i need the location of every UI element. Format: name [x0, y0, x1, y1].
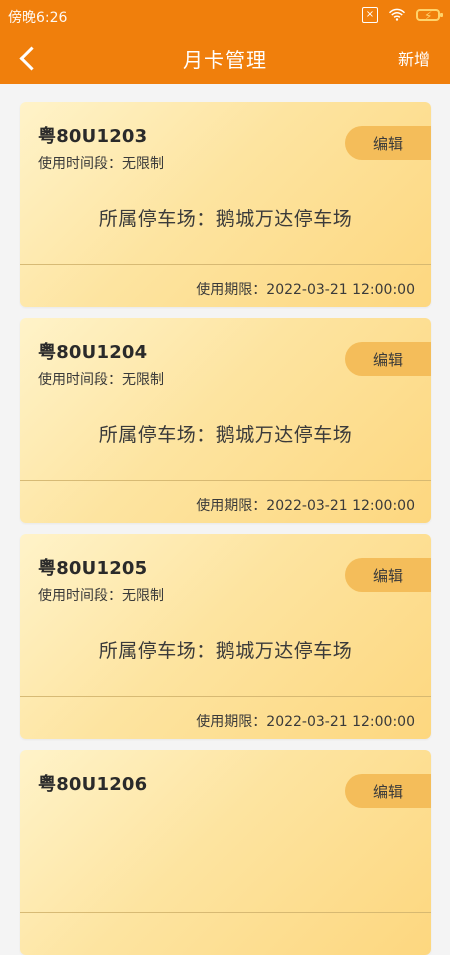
navigation-bar: 月卡管理 新增 — [0, 32, 450, 84]
battery-charging-icon: ⚡ — [416, 9, 443, 23]
status-time: 傍晚6:26 — [8, 10, 68, 26]
usage-period: 使用时间段：无限制 — [38, 156, 164, 172]
expiry-date: 使用期限：2022-03-21 12:00:00 — [196, 498, 415, 514]
edit-button[interactable]: 编辑 — [345, 342, 431, 376]
usage-period: 使用时间段：无限制 — [38, 372, 164, 388]
bolt-icon: ⚡ — [424, 9, 433, 23]
parking-lot: 所属停车场：鹅城万达停车场 — [98, 208, 353, 230]
parking-lot: 所属停车场：鹅城万达停车场 — [98, 640, 353, 662]
usage-period: 使用时间段：无限制 — [38, 588, 164, 604]
monthly-card[interactable]: 粤80U1206 编辑 — [20, 750, 431, 955]
x-box-icon: × — [362, 7, 378, 23]
status-icons: × ⚡ — [362, 7, 443, 23]
card-divider — [20, 480, 431, 481]
expiry-date: 使用期限：2022-03-21 12:00:00 — [196, 714, 415, 730]
monthly-card[interactable]: 粤80U1205 使用时间段：无限制 编辑 所属停车场：鹅城万达停车场 使用期限… — [20, 534, 431, 739]
plate-number: 粤80U1203 — [38, 126, 148, 147]
expiry-date: 使用期限：2022-03-21 12:00:00 — [196, 282, 415, 298]
add-button[interactable]: 新增 — [398, 46, 430, 70]
plate-number: 粤80U1206 — [38, 774, 148, 795]
monthly-card[interactable]: 粤80U1204 使用时间段：无限制 编辑 所属停车场：鹅城万达停车场 使用期限… — [20, 318, 431, 523]
edit-button[interactable]: 编辑 — [345, 126, 431, 160]
edit-button[interactable]: 编辑 — [345, 774, 431, 808]
card-divider — [20, 696, 431, 697]
monthly-card[interactable]: 粤80U1203 使用时间段：无限制 编辑 所属停车场：鹅城万达停车场 使用期限… — [20, 102, 431, 307]
wifi-icon — [388, 8, 406, 21]
top-app-bar: 傍晚6:26 × ⚡ 月卡管理 新增 — [0, 0, 450, 84]
status-bar: 傍晚6:26 × ⚡ — [0, 0, 450, 32]
plate-number: 粤80U1205 — [38, 558, 148, 579]
plate-number: 粤80U1204 — [38, 342, 148, 363]
card-divider — [20, 264, 431, 265]
parking-lot: 所属停车场：鹅城万达停车场 — [98, 424, 353, 446]
edit-button[interactable]: 编辑 — [345, 558, 431, 592]
page-title: 月卡管理 — [183, 48, 267, 72]
card-divider — [20, 912, 431, 913]
